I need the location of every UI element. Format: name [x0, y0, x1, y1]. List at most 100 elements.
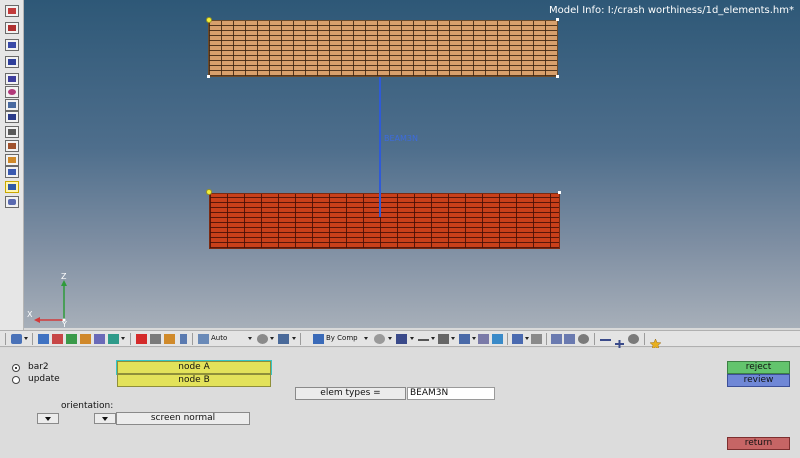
bottle-icon[interactable] — [5, 196, 19, 208]
numbering-icon[interactable] — [5, 111, 19, 123]
toolbar-separator — [130, 333, 131, 345]
beam-label: BEAM3N — [384, 134, 418, 143]
plane-display-icon[interactable] — [459, 334, 470, 344]
axis-triad-icon — [34, 280, 67, 323]
top-shell-mesh[interactable] — [208, 20, 558, 77]
axis-x-label: X — [27, 310, 33, 319]
connectors-icon[interactable] — [5, 99, 19, 111]
find-icon[interactable] — [180, 334, 187, 344]
unmask-icon[interactable] — [164, 334, 175, 344]
toolbar-separator — [300, 333, 301, 345]
line-display-icon[interactable] — [418, 339, 429, 341]
reject-button[interactable]: reject — [727, 361, 790, 374]
shading-mode-select[interactable]: Auto — [211, 334, 227, 342]
corner-node — [558, 191, 561, 194]
clipping-icon[interactable] — [512, 334, 523, 344]
axis-triad: Z X Y — [24, 270, 84, 328]
chevron-down-icon[interactable] — [292, 337, 296, 340]
refresh-icon[interactable] — [628, 334, 639, 344]
elem-types-field[interactable]: BEAM3N — [407, 387, 495, 400]
node-display-icon[interactable] — [478, 334, 489, 344]
minus-icon[interactable] — [600, 339, 611, 341]
active-panel-icon[interactable] — [5, 181, 19, 193]
chevron-down-icon[interactable] — [431, 337, 435, 340]
left-toolbar — [0, 0, 24, 330]
chevron-down-icon[interactable] — [472, 337, 476, 340]
radio-update[interactable] — [12, 376, 20, 384]
orientation-dropdown-2[interactable] — [94, 413, 116, 424]
render-icon[interactable] — [278, 334, 289, 344]
corner-node — [556, 18, 559, 21]
chevron-down-icon[interactable] — [364, 337, 368, 340]
chevron-down-icon[interactable] — [388, 337, 392, 340]
solid-icon[interactable] — [5, 73, 19, 85]
graphics-viewport[interactable]: Model Info: I:/crash worthiness/1d_eleme… — [24, 0, 800, 328]
elem-types-button[interactable]: elem types = — [295, 387, 406, 400]
toolbar-grip — [5, 333, 6, 345]
components-display-icon[interactable] — [52, 334, 63, 344]
view-next-icon[interactable] — [564, 334, 575, 344]
toolbar-separator — [32, 333, 33, 345]
toolbar-separator — [192, 333, 193, 345]
view-previous-icon[interactable] — [551, 334, 562, 344]
orientation-label: orientation: — [61, 401, 114, 411]
node-marker-bottom[interactable] — [206, 189, 212, 195]
axis-y-label: Y — [62, 320, 67, 328]
return-button[interactable]: return — [727, 437, 790, 450]
hide-icon[interactable] — [108, 334, 119, 344]
color-mode-icon[interactable] — [313, 334, 324, 344]
component-icon[interactable] — [5, 39, 19, 51]
corner-node — [556, 75, 559, 78]
select-icon[interactable] — [5, 166, 19, 178]
node-a-selector[interactable]: node A — [116, 360, 272, 375]
mask-browser-icon[interactable] — [5, 22, 19, 34]
chevron-down-icon[interactable] — [248, 337, 252, 340]
delete-icon[interactable] — [136, 334, 147, 344]
lighting-icon[interactable] — [257, 334, 268, 344]
transform-icon[interactable] — [11, 334, 22, 344]
wrench-icon[interactable] — [531, 334, 542, 344]
toolbar-separator — [644, 333, 645, 345]
orientation-dropdown-1[interactable] — [37, 413, 59, 424]
label-icon[interactable] — [5, 140, 19, 152]
screen-normal-button[interactable]: screen normal — [116, 412, 250, 425]
bottom-shell-mesh[interactable] — [209, 193, 560, 249]
view-icon[interactable] — [66, 334, 77, 344]
elements-icon[interactable] — [5, 56, 19, 68]
element-shape-icon[interactable] — [374, 334, 385, 344]
color-mode-select[interactable]: By Comp — [326, 334, 358, 342]
model-browser-icon[interactable] — [5, 5, 19, 17]
chevron-down-icon[interactable] — [525, 337, 529, 340]
show-icon[interactable] — [94, 334, 105, 344]
bar2-panel: bar2 update node A node B elem types = B… — [0, 348, 800, 458]
chevron-down-icon[interactable] — [24, 337, 28, 340]
model-info-label: Model Info: I:/crash worthiness/1d_eleme… — [549, 5, 794, 16]
radio-bar2[interactable] — [12, 364, 20, 372]
node-marker-top[interactable] — [206, 17, 212, 23]
chevron-down-icon[interactable] — [121, 337, 125, 340]
shading-icon[interactable] — [198, 334, 209, 344]
display-icon[interactable] — [38, 334, 49, 344]
undo-view-icon[interactable] — [578, 334, 589, 344]
isolate-icon[interactable] — [80, 334, 91, 344]
measure-icon[interactable] — [5, 126, 19, 138]
toolbar-separator — [546, 333, 547, 345]
chevron-down-icon[interactable] — [451, 337, 455, 340]
annotation-icon[interactable] — [5, 154, 19, 166]
beam-element[interactable] — [379, 77, 381, 217]
monitor-icon[interactable] — [492, 334, 503, 344]
toolbar-separator — [507, 333, 508, 345]
chevron-down-icon[interactable] — [410, 337, 414, 340]
chevron-down-icon[interactable] — [270, 337, 274, 340]
surface-display-icon[interactable] — [438, 334, 449, 344]
hypermesh-window: Model Info: I:/crash worthiness/1d_eleme… — [0, 0, 800, 458]
mask-icon[interactable] — [150, 334, 161, 344]
morph-icon[interactable] — [5, 86, 19, 98]
review-button[interactable]: review — [727, 374, 790, 387]
element-display-icon[interactable] — [396, 334, 407, 344]
plus-icon[interactable] — [614, 334, 625, 348]
node-b-selector[interactable]: node B — [117, 374, 271, 387]
axis-z-label: Z — [61, 272, 67, 281]
toolbar-separator — [594, 333, 595, 345]
star-icon[interactable] — [649, 334, 662, 350]
